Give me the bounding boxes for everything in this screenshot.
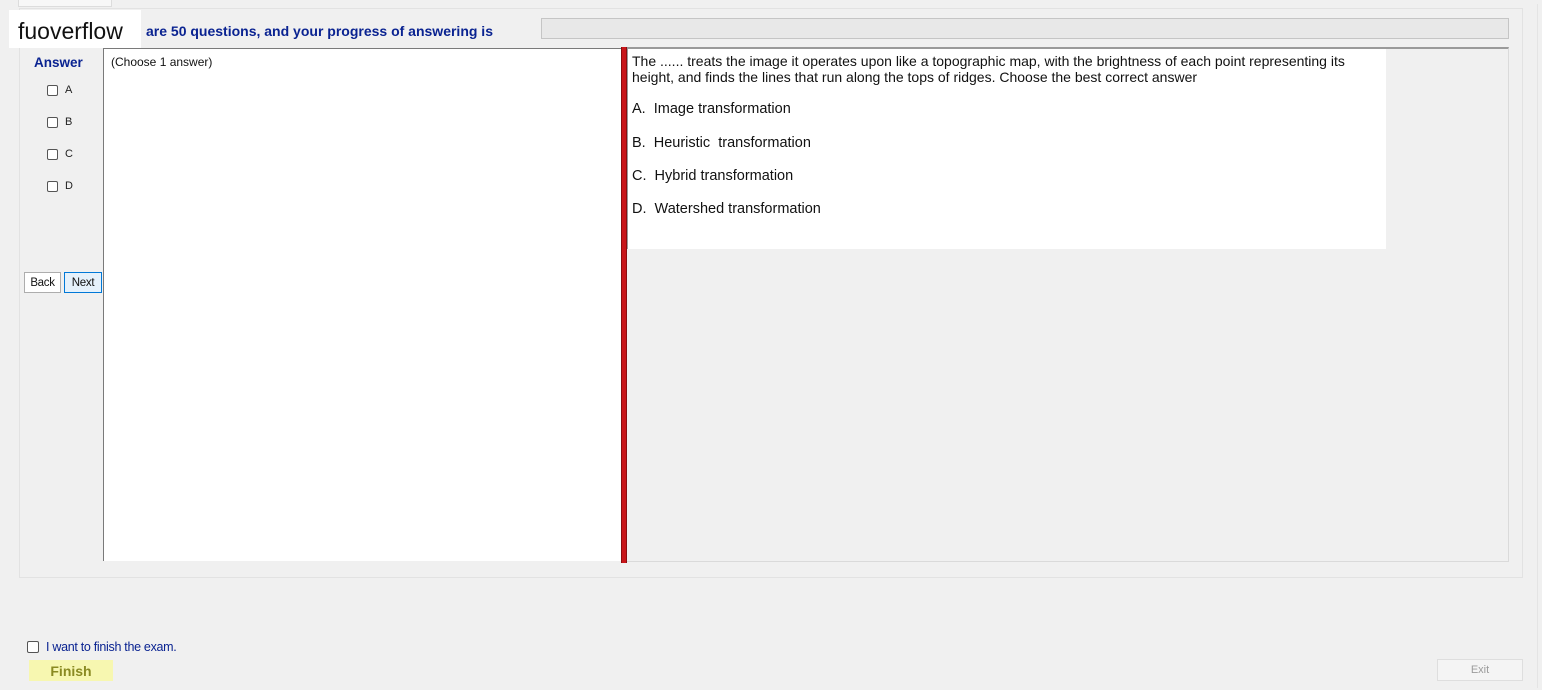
choice-c[interactable]: C [47,146,73,162]
question-text: The ...... treats the image it operates … [632,53,1345,85]
choice-a-checkbox[interactable] [47,84,58,96]
choice-b-checkbox[interactable] [47,116,58,128]
progress-label: are 50 questions, and your progress of a… [146,23,493,39]
question-box: The ...... treats the image it operates … [627,49,1386,249]
exit-button[interactable]: Exit [1437,659,1523,681]
choice-a[interactable]: A [47,82,72,98]
finish-confirm[interactable]: I want to finish the exam. [27,640,177,654]
choice-b-label: B [65,116,73,128]
finish-button[interactable]: Finish [29,660,113,681]
finish-checkbox-label: I want to finish the exam. [46,640,177,654]
choice-a-label: A [65,84,73,96]
option-b: B. Heuristic transformation [632,135,811,151]
choice-d-checkbox[interactable] [47,180,58,192]
choice-b[interactable]: B [47,114,72,130]
option-a: A. Image transformation [632,101,791,117]
option-d: D. Watershed transformation [632,201,821,217]
next-button[interactable]: Next [64,272,102,293]
answer-textbox[interactable]: (Choose 1 answer) [103,48,621,561]
top-tab[interactable] [18,0,112,7]
finish-checkbox[interactable] [27,641,39,653]
choice-d[interactable]: D [47,178,73,194]
answer-heading: Answer [34,55,83,70]
choice-d-label: D [65,180,73,192]
back-button[interactable]: Back [24,272,61,293]
watermark: fuoverflow [9,10,141,48]
choice-c-label: C [65,148,73,160]
question-area: The ...... treats the image it operates … [627,47,1509,562]
option-c: C. Hybrid transformation [632,168,794,184]
progress-bar [541,18,1509,39]
choice-c-checkbox[interactable] [47,148,58,160]
answer-hint: (Choose 1 answer) [111,55,213,69]
